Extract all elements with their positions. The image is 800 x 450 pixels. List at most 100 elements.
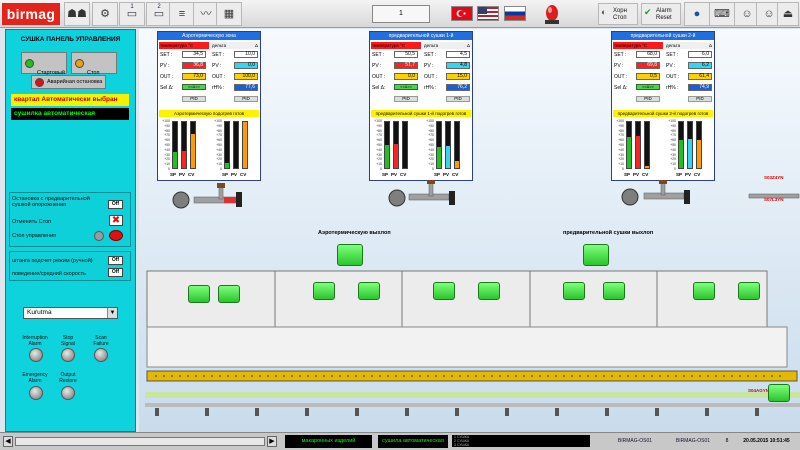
pid-button[interactable]: PID xyxy=(394,96,418,102)
right-arrow-icon[interactable]: ▶ xyxy=(267,436,277,447)
status-bar: ◀ ▶ макаронных изделий сушила автоматиче… xyxy=(0,432,800,450)
pid-button[interactable]: PID xyxy=(636,96,660,102)
pid-button[interactable]: PID xyxy=(182,96,206,102)
interruption-alarm-label: Interruption Alarm xyxy=(22,335,48,347)
set2-value[interactable]: 6,0 xyxy=(688,51,712,58)
scale-tick: +50 xyxy=(618,143,624,147)
set-value[interactable]: 68,0 xyxy=(636,51,660,58)
stop-signal-button[interactable]: Стоп сигнал xyxy=(71,52,117,83)
zone-motor-2[interactable] xyxy=(218,285,240,303)
exhaust-motor-1[interactable] xyxy=(337,244,363,266)
pv2-value: 0,0 xyxy=(234,62,258,69)
controller-title: предварительной сушки 1-й xyxy=(370,32,472,40)
orange-led-icon xyxy=(75,59,84,68)
oven-1-icon[interactable]: ⚙ xyxy=(92,2,118,26)
ready-message: предварительной сушки 2-й подогрев готов xyxy=(613,110,713,117)
level-bar-sp xyxy=(384,121,390,169)
scale-tick: 0 xyxy=(380,167,382,171)
mode-dropdown[interactable]: Kurutma ▼ xyxy=(23,307,118,319)
scale-tick: +60 xyxy=(670,138,676,143)
mouse-icon[interactable]: ● xyxy=(684,2,710,26)
zone-motor-8[interactable] xyxy=(603,282,625,300)
pid2-button[interactable]: PID xyxy=(688,96,712,102)
scale-tick: 0 xyxy=(674,167,676,171)
pv2-value: 6,2 xyxy=(688,62,712,69)
set-value[interactable]: 34,5 xyxy=(182,51,206,58)
stop-control-button[interactable] xyxy=(109,230,123,241)
chevron-down-icon[interactable]: ▼ xyxy=(107,308,117,318)
flag-turkey-icon[interactable] xyxy=(451,6,473,21)
level-bar-cv2 xyxy=(696,121,702,169)
scrollbar[interactable] xyxy=(15,437,265,446)
zone-motor-1[interactable] xyxy=(188,285,210,303)
report-icon[interactable]: ▦ xyxy=(216,2,242,26)
set-label: SET : xyxy=(614,52,627,58)
scale-tick: +20 xyxy=(428,157,434,162)
scale-tick: +90 xyxy=(164,123,170,128)
set2-label: SET : xyxy=(212,52,225,58)
group-icon[interactable]: ☗☗ xyxy=(64,2,90,26)
scale-tick: +20 xyxy=(670,157,676,162)
behavior-toggle[interactable]: Off xyxy=(108,268,123,277)
conveyor-icon[interactable]: ≡ xyxy=(169,2,195,26)
auto-mode-button[interactable]: <<A>> xyxy=(394,84,418,90)
cancel-stop-label: Отменить Стоп xyxy=(12,219,52,225)
pid2-button[interactable]: PID xyxy=(446,96,470,102)
out2-label: OUT : xyxy=(424,74,438,80)
emergency-stop-button[interactable]: Аварийная остановка xyxy=(31,75,106,89)
exhaust-motor-2[interactable] xyxy=(583,244,609,266)
zone-motor-6[interactable] xyxy=(478,282,500,300)
zone-motor-7[interactable] xyxy=(563,282,585,300)
out2-value: 61,4 xyxy=(688,73,712,80)
scale-tick: +10 xyxy=(670,162,676,167)
controller-1: Аэротермическую зона температура °C дель… xyxy=(157,31,261,181)
start-signal-button[interactable]: Стартовый сигнал xyxy=(21,52,67,83)
left-arrow-icon[interactable]: ◀ xyxy=(3,436,13,447)
bar-count-toggle[interactable]: Off xyxy=(108,256,123,265)
status-dryer-auto: сушилка автоматическая xyxy=(11,108,129,120)
set2-value[interactable]: 4,5 xyxy=(446,51,470,58)
cancel-stop-button[interactable]: ✖ xyxy=(109,215,123,226)
set2-value[interactable]: 10,0 xyxy=(234,51,258,58)
scale-tick: +80 xyxy=(376,128,382,133)
set-value[interactable]: 50,5 xyxy=(394,51,418,58)
alarm-reset-button[interactable]: ✔ Alarm Reset xyxy=(641,3,681,25)
horn-stop-button[interactable]: ◐ Хорн Стоп xyxy=(598,3,638,25)
exit-icon[interactable]: ⏏ xyxy=(777,2,799,26)
zone-motor-3[interactable] xyxy=(313,282,335,300)
zone-motor-4[interactable] xyxy=(358,282,380,300)
scale-tick: +90 xyxy=(216,123,222,128)
scale-tick: 0 xyxy=(432,167,434,171)
panel-title: СУШКА ПАНЕЛЬ УПРАВЛЕНИЯ xyxy=(20,36,121,43)
flag-usa-icon[interactable] xyxy=(477,6,499,21)
flag-russia-icon[interactable] xyxy=(504,6,526,21)
scale-tick: +60 xyxy=(376,138,382,143)
delta-header: дельта Δ xyxy=(665,42,714,49)
auto-mode-button[interactable]: <<A>> xyxy=(182,84,206,90)
scale-tick: +30 xyxy=(164,152,170,157)
zone-motor-5[interactable] xyxy=(433,282,455,300)
drive-motor[interactable] xyxy=(768,384,790,402)
controller-title: предварительной сушки 2-й xyxy=(612,32,714,40)
controller-title: Аэротермическую зона xyxy=(158,32,260,40)
set-label: SET : xyxy=(160,52,173,58)
stop-predrying-toggle[interactable]: Off xyxy=(108,200,123,209)
level-bar-pv xyxy=(393,121,399,169)
oven-1-button[interactable]: 1 ▭ xyxy=(119,2,145,26)
rh-value: 76,2 xyxy=(446,84,470,91)
auto-mode-button[interactable]: <<A>> xyxy=(636,84,660,90)
emergency-alarm-label: Emergency Alarm xyxy=(22,372,48,384)
counter: 8 xyxy=(725,438,729,444)
set-label: SET : xyxy=(372,52,385,58)
scale-tick: +30 xyxy=(216,152,222,157)
scale-tick: +30 xyxy=(376,152,382,157)
keyboard-icon[interactable]: ⌨ xyxy=(709,2,735,26)
out-label: OUT : xyxy=(372,74,386,80)
station-2: BIRMAG-OS01 xyxy=(675,438,711,444)
pid2-button[interactable]: PID xyxy=(234,96,258,102)
tag-2: S07L3YN xyxy=(764,197,784,202)
scale-tick: +50 xyxy=(376,143,382,147)
zone-motor-9[interactable] xyxy=(693,282,715,300)
zone-motor-10[interactable] xyxy=(738,282,760,300)
page-number-field[interactable]: 1 xyxy=(372,5,430,23)
